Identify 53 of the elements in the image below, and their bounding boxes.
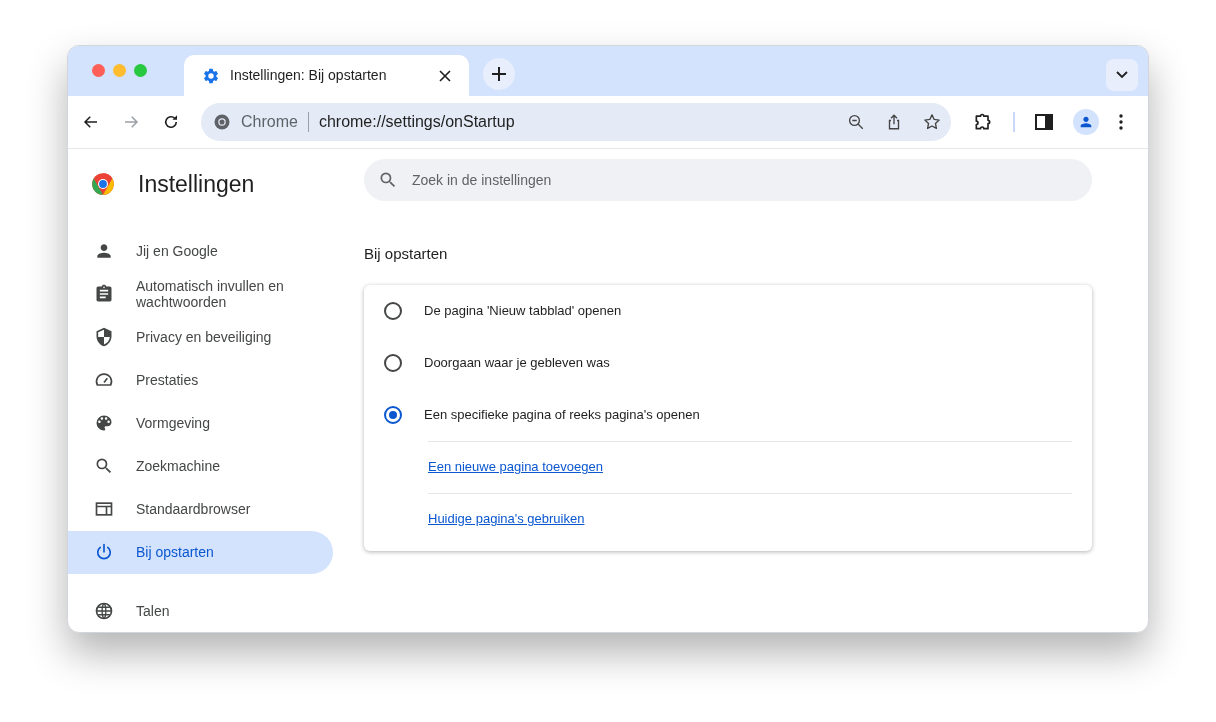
sidebar-item[interactable]: Talen xyxy=(68,589,333,632)
globe-icon xyxy=(94,601,114,621)
sidebar-item[interactable]: Standaardbrowser xyxy=(68,487,333,531)
radio-option[interactable]: Een specifieke pagina of reeks pagina's openen xyxy=(384,388,1072,441)
link[interactable]: Een nieuwe pagina toevoegen xyxy=(428,457,603,477)
radio-option[interactable]: Doorgaan waar je gebleven was xyxy=(384,336,1072,389)
new-tab-button[interactable] xyxy=(483,58,515,90)
close-icon[interactable] xyxy=(439,69,451,82)
option-label: Een specifieke pagina of reeks pagina's openen xyxy=(424,405,700,424)
reload-icon[interactable] xyxy=(162,113,180,131)
side-panel-icon[interactable] xyxy=(1035,113,1053,131)
forward-icon[interactable] xyxy=(122,113,140,131)
star-icon[interactable] xyxy=(923,113,941,131)
shield-icon xyxy=(94,327,114,347)
plus-icon xyxy=(491,66,507,82)
browser-window-icon xyxy=(94,499,114,519)
sidebar-item[interactable]: Bij opstarten xyxy=(68,530,333,574)
radio-button[interactable] xyxy=(384,405,402,424)
search-icon xyxy=(378,170,398,190)
sidebar-item[interactable]: Prestaties xyxy=(68,358,333,402)
option-label: De pagina 'Nieuw tabblad' openen xyxy=(424,301,622,320)
chrome-logo-icon xyxy=(213,113,231,131)
back-icon[interactable] xyxy=(82,113,100,131)
search-field[interactable]: Zoek in de instellingen xyxy=(364,159,1092,201)
chrome-logo-icon xyxy=(90,171,116,198)
search-icon xyxy=(94,456,114,476)
sidebar-item[interactable]: Vormgeving xyxy=(68,401,333,445)
browser-tab[interactable]: Instellingen: Bij opstarten xyxy=(184,55,469,96)
sidebar-item[interactable]: Automatisch invullen en wachtwoorden xyxy=(68,272,333,316)
chevron-down-icon xyxy=(1116,71,1128,79)
sidebar-item[interactable]: Zoekmachine xyxy=(68,444,333,488)
section-heading: Bij opstarten xyxy=(364,244,449,264)
radio-option[interactable]: De pagina 'Nieuw tabblad' openen xyxy=(384,284,1072,337)
settings-title: Instellingen xyxy=(138,170,255,199)
radio-button[interactable] xyxy=(384,301,402,320)
tab-title: Instellingen: Bij opstarten xyxy=(230,66,388,85)
clipboard-icon xyxy=(94,284,114,304)
sidebar-item[interactable]: Jij en Google xyxy=(68,229,333,273)
address-bar[interactable]: Chrome chrome://settings/onStartup xyxy=(201,103,951,141)
gear-icon xyxy=(202,66,220,85)
puzzle-piece-icon[interactable] xyxy=(973,112,993,132)
link[interactable]: Huidige pagina's gebruiken xyxy=(428,509,585,529)
site-label: Chrome xyxy=(241,112,298,132)
url-text: chrome://settings/onStartup xyxy=(318,112,516,132)
profile-avatar[interactable] xyxy=(1073,109,1099,135)
more-menu-icon[interactable] xyxy=(1119,114,1123,130)
zoom-out-icon[interactable] xyxy=(847,113,865,131)
tab-search-button[interactable] xyxy=(1106,59,1138,91)
option-label: Doorgaan waar je gebleven was xyxy=(424,353,610,372)
power-icon xyxy=(94,542,114,562)
sidebar-item[interactable]: Privacy en beveiliging xyxy=(68,315,333,359)
radio-button[interactable] xyxy=(384,353,402,372)
palette-icon xyxy=(94,413,114,433)
